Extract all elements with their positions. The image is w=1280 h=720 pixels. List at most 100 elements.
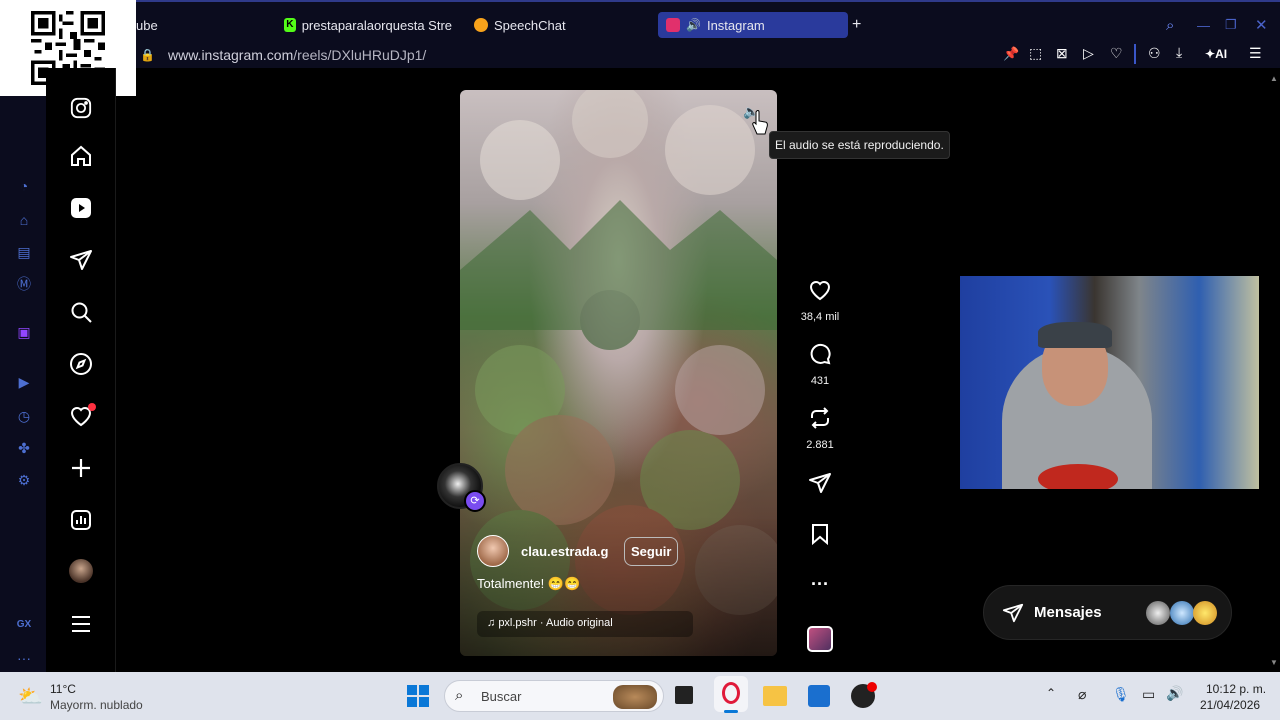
messages-bar[interactable]: Mensajes bbox=[983, 585, 1232, 640]
twitch-icon[interactable]: ▣ bbox=[14, 322, 34, 342]
url-field[interactable]: www.instagram.com/reels/DXluHRuDJp1/ bbox=[168, 47, 426, 63]
mouse-cursor-icon bbox=[752, 110, 768, 135]
tab-youtube[interactable]: ube bbox=[136, 12, 266, 38]
author-avatar[interactable] bbox=[477, 535, 509, 567]
bookmark-icon[interactable] bbox=[808, 522, 832, 546]
audio-label: pxl.pshr · Audio original bbox=[498, 617, 613, 629]
heart-icon[interactable]: ♡ bbox=[1110, 45, 1123, 62]
reels-icon[interactable] bbox=[68, 195, 94, 221]
weather-icon[interactable]: ⛅ bbox=[18, 684, 43, 709]
settings-icon[interactable]: ⚙ bbox=[14, 470, 34, 490]
save-action[interactable] bbox=[800, 522, 840, 551]
player-icon[interactable]: ▶ bbox=[14, 372, 34, 392]
download-icon[interactable]: ⤓ bbox=[1176, 44, 1182, 61]
share-action[interactable] bbox=[800, 471, 840, 500]
dashboard-icon[interactable] bbox=[68, 507, 94, 533]
tab-instagram[interactable]: 🔊 Instagram bbox=[658, 12, 848, 38]
share-icon[interactable] bbox=[808, 471, 832, 495]
home-icon[interactable] bbox=[68, 143, 94, 169]
tab-label: prestaparalaorquesta Stre bbox=[301, 17, 452, 33]
workspace-icon[interactable]: ⌂ bbox=[14, 210, 34, 230]
message-avatar-1[interactable] bbox=[1146, 601, 1170, 625]
network-off-icon[interactable]: ⌀ bbox=[1078, 686, 1086, 703]
messages-label: Mensajes bbox=[1034, 604, 1102, 621]
search-tabs-icon[interactable]: ⌕ bbox=[1166, 12, 1174, 38]
explore-icon[interactable] bbox=[68, 351, 94, 377]
instagram-nav bbox=[46, 68, 116, 672]
opera-logo bbox=[722, 682, 740, 704]
pin-icon[interactable]: 📌 bbox=[1003, 46, 1019, 62]
scroll-down-icon: ▼ bbox=[1270, 658, 1278, 667]
reel-video[interactable]: 🔈 clau.estrada.g Seguir Totalmente! 😁😁 ♫… bbox=[460, 90, 777, 656]
new-tab-button[interactable]: + bbox=[852, 12, 868, 38]
tab-speechchat[interactable]: SpeechChat bbox=[474, 12, 634, 38]
extensions-icon[interactable]: ✤ bbox=[14, 438, 34, 458]
display-icon[interactable]: ▭ bbox=[1142, 686, 1155, 703]
menu-icon[interactable]: ☰ bbox=[1249, 45, 1262, 62]
file-explorer-icon[interactable] bbox=[763, 686, 787, 706]
profile-icon[interactable]: ⚇ bbox=[1148, 45, 1161, 62]
more-options-icon[interactable]: ··· bbox=[800, 574, 840, 595]
microphone-icon[interactable]: 🎙 bbox=[1112, 686, 1130, 703]
store-icon[interactable] bbox=[808, 685, 830, 707]
follow-button[interactable]: Seguir bbox=[624, 537, 679, 566]
more-menu-icon[interactable] bbox=[68, 611, 94, 637]
snapshot-icon[interactable]: ⬚ bbox=[1029, 45, 1042, 62]
like-action[interactable]: 38,4 mil bbox=[800, 278, 840, 323]
search-placeholder: Buscar bbox=[481, 689, 522, 704]
gx-mods-icon[interactable]: Ⓜ bbox=[14, 274, 34, 294]
search-highlight-image bbox=[613, 685, 657, 709]
audio-thumbnail[interactable] bbox=[807, 626, 833, 652]
author-username[interactable]: clau.estrada.g bbox=[521, 544, 608, 559]
instagram-logo-icon[interactable] bbox=[68, 95, 94, 121]
windows-taskbar: ⛅ 11°C Mayorm. nublado ⌕ Buscar ⌃ ⌀ 🎙 ▭ … bbox=[0, 672, 1280, 720]
tray-chevron-icon[interactable]: ⌃ bbox=[1046, 686, 1056, 700]
search-icon[interactable] bbox=[68, 299, 94, 325]
page-scrollbar[interactable]: ▲ ▼ bbox=[1268, 68, 1280, 672]
clock-time[interactable]: 10:12 p. m. bbox=[1206, 682, 1266, 696]
clock-date[interactable]: 21/04/2026 bbox=[1200, 698, 1260, 712]
repost-action[interactable]: 2.881 bbox=[800, 406, 840, 451]
audio-pill[interactable]: ♫ pxl.pshr · Audio original bbox=[477, 611, 693, 637]
comment-icon[interactable] bbox=[808, 342, 832, 366]
weather-temp[interactable]: 11°C bbox=[50, 682, 76, 696]
repost-icon[interactable] bbox=[808, 406, 832, 430]
music-note-icon: ♫ bbox=[487, 617, 496, 629]
message-avatar-3[interactable] bbox=[1193, 601, 1217, 625]
speaker-icon[interactable]: 🔊 bbox=[686, 18, 701, 32]
more-icon[interactable]: ··· bbox=[14, 648, 34, 668]
volume-icon[interactable]: 🔊 bbox=[1166, 685, 1183, 702]
start-button[interactable] bbox=[407, 685, 429, 707]
webcam-cap bbox=[1038, 322, 1112, 348]
obs-badge bbox=[867, 682, 877, 692]
weather-desc[interactable]: Mayorm. nublado bbox=[50, 698, 143, 712]
comment-action[interactable]: 431 bbox=[800, 342, 840, 387]
profile-avatar[interactable] bbox=[68, 558, 94, 584]
repost-count: 2.881 bbox=[806, 439, 834, 451]
history-icon[interactable]: ◷ bbox=[14, 406, 34, 426]
direct-icon[interactable] bbox=[68, 247, 94, 273]
comment-count: 431 bbox=[810, 375, 830, 387]
taskbar-search[interactable]: ⌕ Buscar bbox=[444, 680, 664, 712]
create-icon[interactable] bbox=[68, 455, 94, 481]
notification-dot bbox=[88, 403, 96, 411]
speed-dial-icon[interactable]: ◔ bbox=[14, 176, 34, 196]
player-icon[interactable]: ▷ bbox=[1083, 45, 1094, 62]
maximize-button[interactable]: ❐ bbox=[1225, 12, 1237, 38]
like-icon[interactable] bbox=[808, 278, 832, 302]
message-avatar-2[interactable] bbox=[1170, 601, 1194, 625]
adblock-icon[interactable]: ⊠ bbox=[1056, 45, 1068, 62]
opera-gx-taskbar-icon[interactable] bbox=[714, 676, 748, 713]
ai-button[interactable]: ✦AI bbox=[1205, 47, 1227, 61]
notifications-icon[interactable] bbox=[68, 403, 96, 429]
task-view-icon[interactable] bbox=[675, 686, 693, 704]
speechchat-icon bbox=[474, 18, 488, 32]
close-window-button[interactable]: ✕ bbox=[1255, 12, 1268, 38]
active-indicator bbox=[724, 710, 738, 713]
tab-kick[interactable]: K prestaparalaorquesta Stre bbox=[284, 12, 452, 38]
tab-label: ube bbox=[136, 17, 158, 33]
reel-caption: Totalmente! 😁😁 bbox=[477, 576, 581, 591]
search-icon: ⌕ bbox=[455, 687, 464, 704]
minimize-button[interactable]: — bbox=[1197, 12, 1210, 38]
news-icon[interactable]: ▤ bbox=[14, 242, 34, 262]
